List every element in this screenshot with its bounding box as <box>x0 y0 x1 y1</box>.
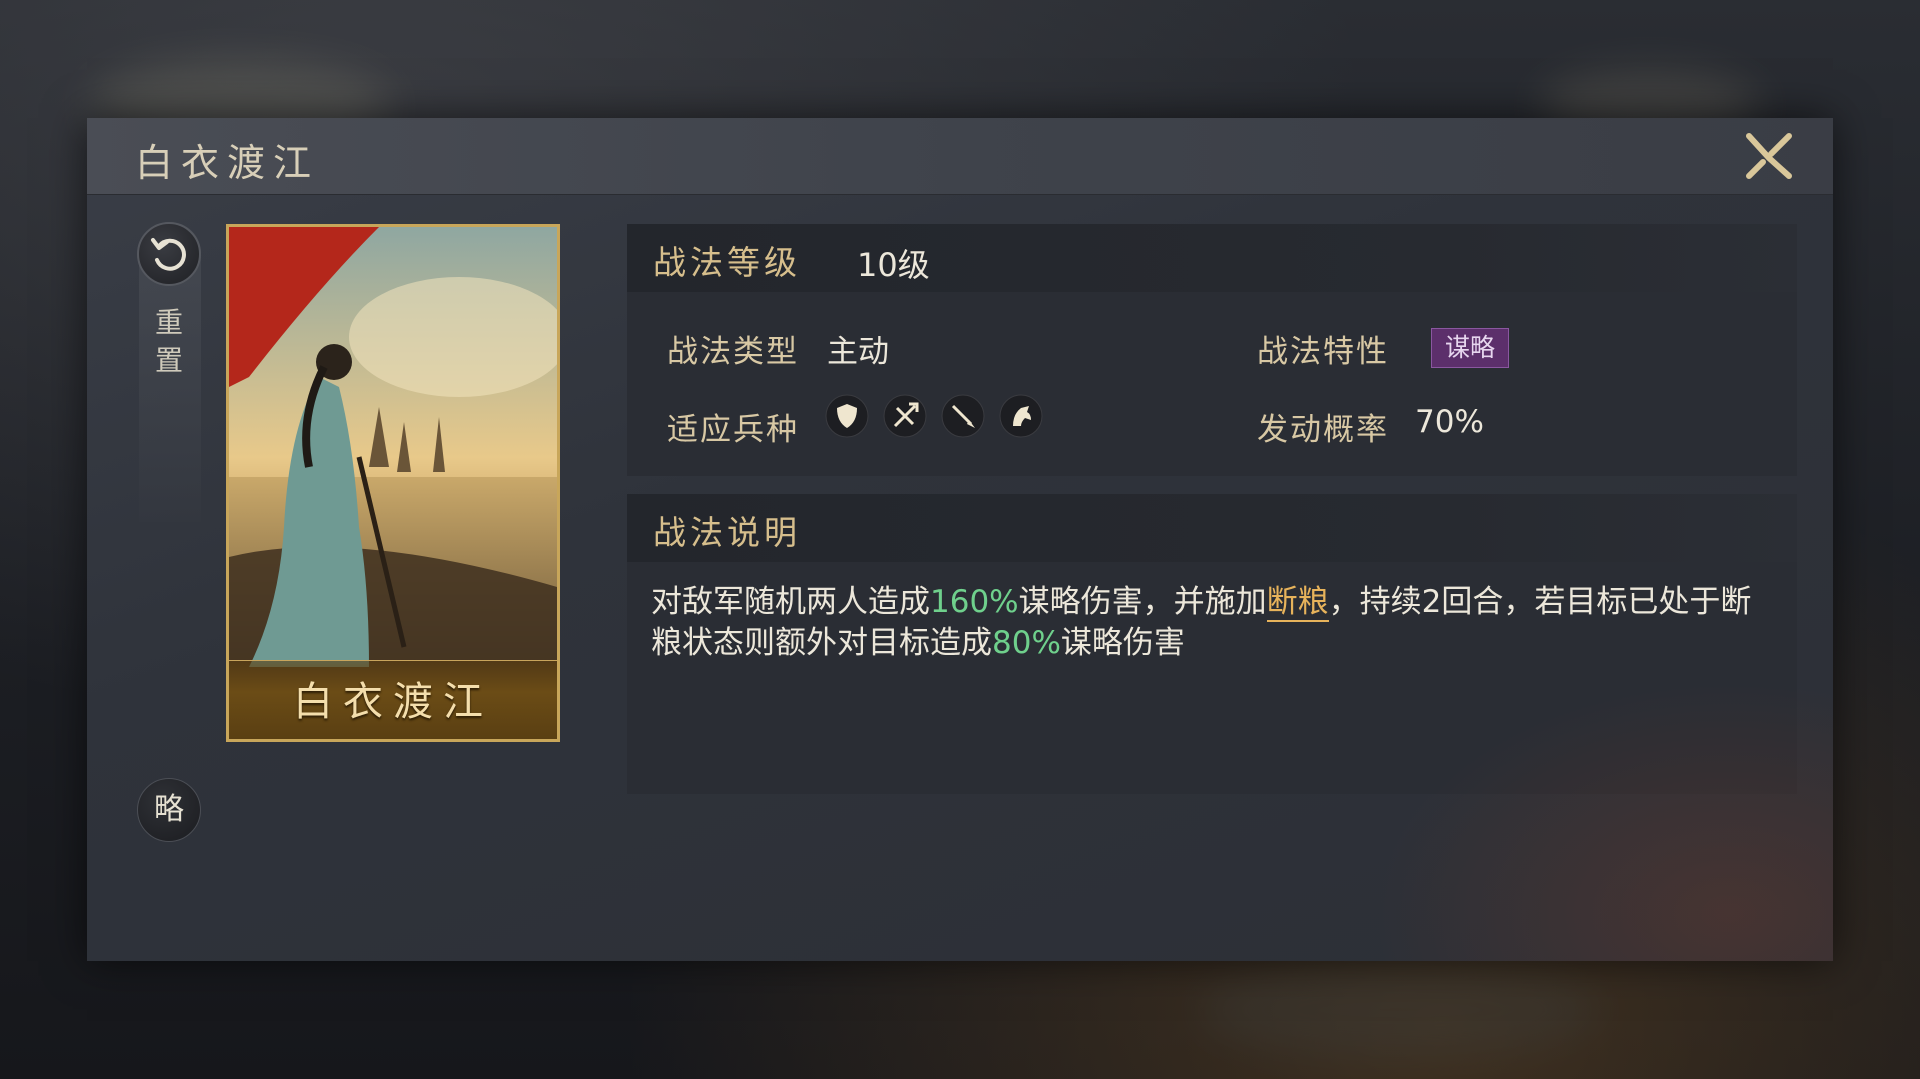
description-panel: 战法说明 对敌军随机两人造成160%谋略伤害，并施加断粮，持续2回合，若目标已处… <box>627 494 1797 794</box>
description-label: 战法说明 <box>653 513 801 552</box>
card-name: 白衣渡江 <box>293 679 493 725</box>
title-bar: 白衣渡江 <box>87 118 1833 195</box>
bow-icon <box>883 394 927 438</box>
tactic-detail-dialog: 白衣渡江 重 置 略 白衣渡江 战法等级 10级 战法类型 主动 战法特性 谋略… <box>87 118 1833 961</box>
trait-label: 战法特性 <box>1257 334 1389 370</box>
horse-icon <box>999 394 1043 438</box>
rate-label: 发动概率 <box>1257 412 1389 448</box>
extra-damage-highlight: 80% <box>992 625 1061 661</box>
shield-icon <box>825 394 869 438</box>
description-text: 对敌军随机两人造成160%谋略伤害，并施加断粮，持续2回合，若目标已处于断粮状态… <box>651 584 1752 661</box>
description-header: 战法说明 <box>627 494 1797 562</box>
close-button[interactable] <box>1741 128 1797 184</box>
trait-badge: 谋略 <box>1431 328 1509 368</box>
strategy-button[interactable]: 略 <box>137 778 201 842</box>
background-blur <box>1200 960 1600 1060</box>
reset-icon <box>151 238 186 271</box>
type-value: 主动 <box>827 334 889 370</box>
spear-icon <box>941 394 985 438</box>
tactic-info-panel: 战法等级 10级 战法类型 主动 战法特性 谋略 适应兵种 发动概率 70% <box>627 224 1797 476</box>
rate-value: 70% <box>1415 404 1484 440</box>
level-value: 10级 <box>857 246 930 284</box>
tactic-card: 白衣渡江 <box>226 224 560 742</box>
reset-label[interactable]: 重 置 <box>149 304 189 380</box>
status-keyword-link[interactable]: 断粮 <box>1266 584 1329 622</box>
level-header: 战法等级 10级 <box>627 224 1797 292</box>
dialog-title: 白衣渡江 <box>135 141 320 185</box>
level-label: 战法等级 <box>653 243 801 282</box>
close-icon <box>1746 133 1792 179</box>
damage-rate-highlight: 160% <box>930 584 1019 620</box>
type-label: 战法类型 <box>667 334 799 370</box>
reset-button[interactable] <box>137 222 201 286</box>
troops-label: 适应兵种 <box>667 412 799 448</box>
